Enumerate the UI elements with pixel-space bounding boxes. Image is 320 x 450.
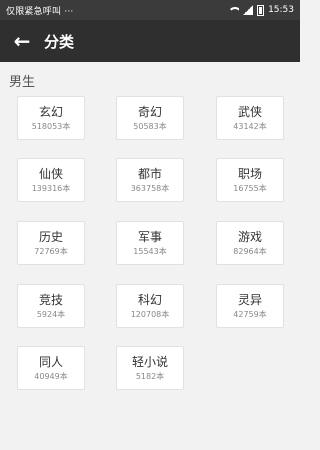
category-card-lingyi[interactable]: 灵异 42759本 (216, 284, 284, 328)
category-count: 50583本 (133, 121, 167, 131)
category-card-qihuan[interactable]: 奇幻 50583本 (116, 96, 184, 140)
category-count: 15543本 (133, 246, 167, 256)
category-name: 武侠 (237, 104, 262, 119)
category-count: 82964本 (233, 246, 267, 256)
category-name: 军事 (137, 229, 162, 244)
category-count: 139316本 (31, 183, 71, 193)
category-name: 奇幻 (137, 104, 162, 119)
category-name: 灵异 (237, 292, 262, 307)
category-count: 16755本 (233, 183, 267, 193)
category-card-kehuan[interactable]: 科幻 120708本 (116, 284, 184, 328)
category-name: 仙侠 (38, 166, 63, 181)
category-count: 120708本 (130, 309, 170, 319)
category-count: 363758本 (130, 183, 170, 193)
category-card-tongren[interactable]: 同人 40949本 (17, 346, 85, 390)
category-count: 40949本 (34, 371, 68, 381)
category-name: 轻小说 (131, 354, 168, 369)
category-count: 72769本 (34, 246, 68, 256)
category-card-lishi[interactable]: 历史 72769本 (17, 221, 85, 265)
category-card-jingji[interactable]: 竞技 5924本 (17, 284, 85, 328)
category-card-xuanhuan[interactable]: 玄幻 518053本 (17, 96, 85, 140)
category-name: 科幻 (137, 292, 162, 307)
category-card-xianxia[interactable]: 仙侠 139316本 (17, 158, 85, 202)
category-name: 历史 (38, 229, 63, 244)
category-card-zhichang[interactable]: 职场 16755本 (216, 158, 284, 202)
category-count: 5924本 (36, 309, 66, 319)
category-count: 43142本 (233, 121, 267, 131)
category-name: 游戏 (237, 229, 262, 244)
category-name: 都市 (137, 166, 162, 181)
category-name: 职场 (237, 166, 262, 181)
category-card-wuxia[interactable]: 武侠 43142本 (216, 96, 284, 140)
category-name: 同人 (38, 354, 63, 369)
category-name: 玄幻 (38, 104, 63, 119)
category-grid: 玄幻 518053本 奇幻 50583本 武侠 43142本 仙侠 139316… (0, 0, 300, 450)
category-count: 518053本 (31, 121, 71, 131)
category-card-dushi[interactable]: 都市 363758本 (116, 158, 184, 202)
category-count: 5182本 (135, 371, 165, 381)
category-name: 竞技 (38, 292, 63, 307)
category-card-qingxiaoshuo[interactable]: 轻小说 5182本 (116, 346, 184, 390)
category-card-junshi[interactable]: 军事 15543本 (116, 221, 184, 265)
category-card-youxi[interactable]: 游戏 82964本 (216, 221, 284, 265)
category-count: 42759本 (233, 309, 267, 319)
